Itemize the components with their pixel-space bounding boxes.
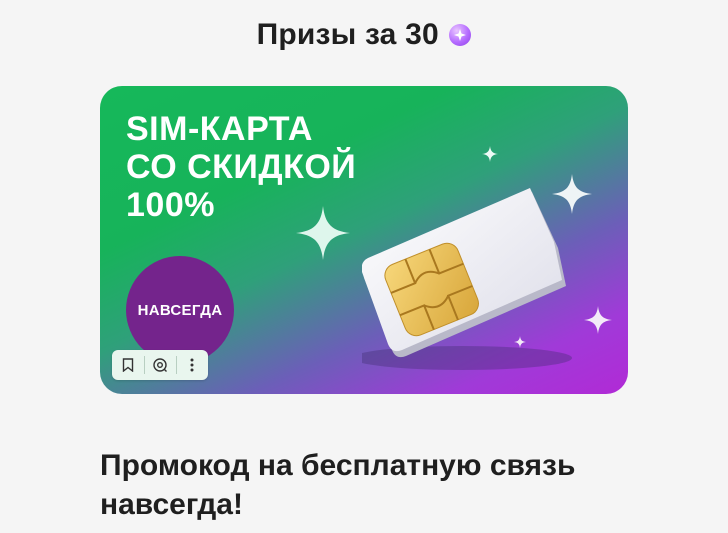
- sparkle-icon: [482, 146, 498, 162]
- crystal-coin-icon: [449, 24, 472, 46]
- bookmark-button[interactable]: [112, 350, 144, 380]
- prize-caption: Промокод на бесплатную связь навсегда!: [100, 449, 576, 521]
- headline-line-1: SIM-КАРТА: [126, 110, 313, 148]
- lens-search-icon: [153, 358, 167, 372]
- headline-line-2: СО СКИДКОЙ: [126, 148, 357, 186]
- more-options-button[interactable]: [176, 350, 208, 380]
- bookmark-icon: [122, 358, 134, 372]
- sim-card-icon: [362, 188, 572, 370]
- more-vertical-icon: [190, 358, 194, 372]
- image-toolbar: [112, 350, 208, 380]
- forever-badge: НАВСЕГДА: [126, 256, 234, 364]
- sparkle-icon: [584, 306, 612, 334]
- title-text: Призы за 30: [256, 18, 439, 51]
- page-title: Призы за 30: [0, 18, 728, 52]
- lens-search-button[interactable]: [144, 350, 176, 380]
- sparkle-icon: [296, 206, 350, 260]
- badge-label: НАВСЕГДА: [137, 301, 223, 319]
- promo-banner[interactable]: SIM-КАРТА СО СКИДКОЙ 100% НАВСЕГДА: [100, 86, 628, 394]
